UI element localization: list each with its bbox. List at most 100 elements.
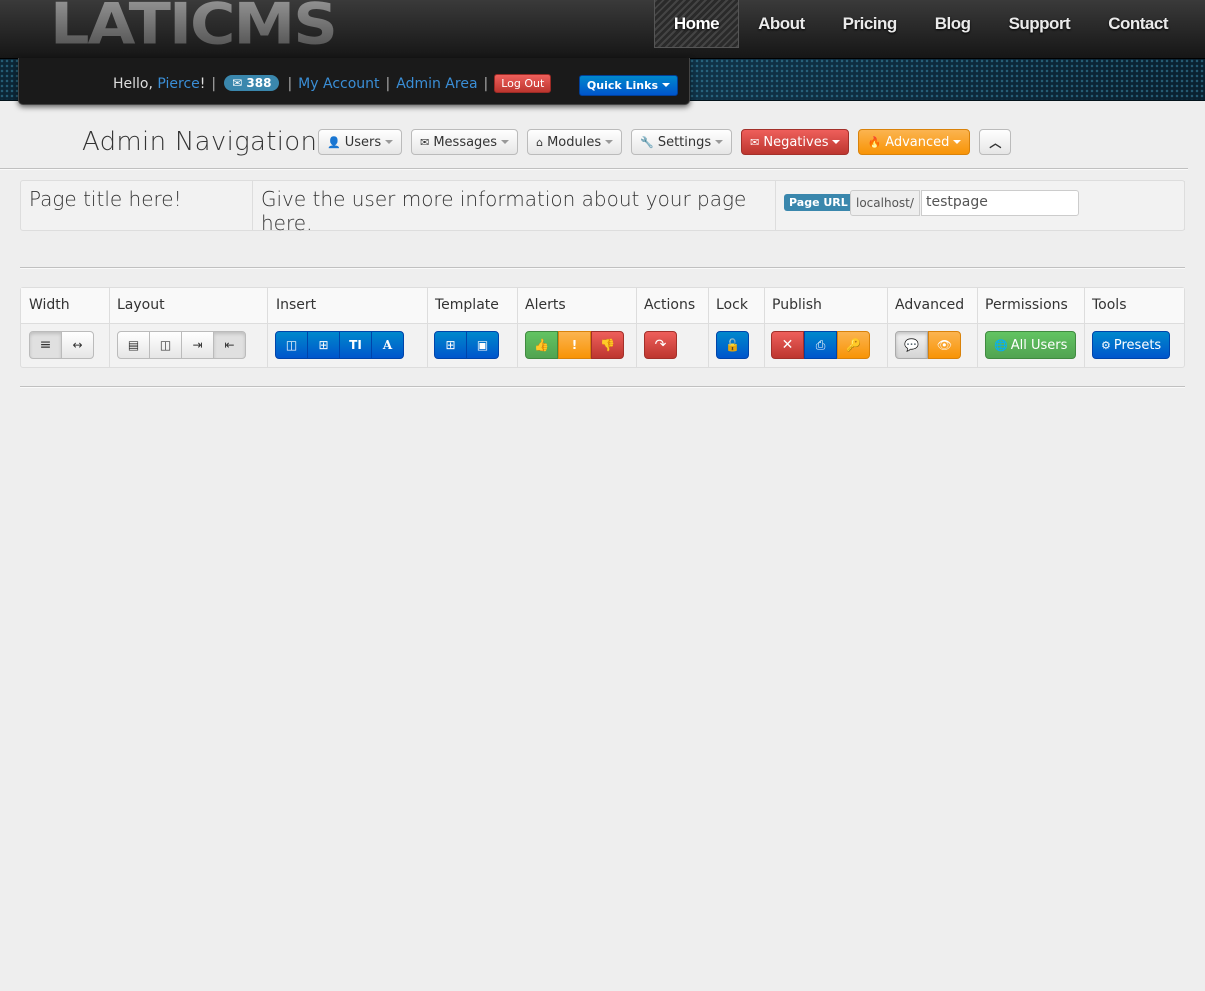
chevron-down-icon (662, 83, 670, 87)
alert-danger-button[interactable]: 👎 (591, 331, 624, 359)
nav-home[interactable]: Home (653, 0, 740, 48)
user-line: Hello, Pierce! | ✉ 388 | My Account | Admin Ar… (113, 74, 552, 93)
advanced-dropdown[interactable]: 🔥 Advanced (858, 129, 971, 155)
th-large-icon: ⊞ (445, 338, 456, 352)
visibility-toggle-button[interactable]: 👁 (928, 331, 961, 359)
globe-icon: 🌐 (994, 338, 1008, 352)
chevron-down-icon (605, 140, 614, 144)
chevron-down-icon (501, 140, 510, 144)
alert-warning-button[interactable]: ! (558, 331, 591, 359)
site-logo[interactable]: LATICMS (50, 0, 338, 55)
admin-nav-title: Admin Navigation (82, 127, 318, 157)
publish-group: ✕ ⎙ 🔑 (771, 331, 870, 359)
user-panel: Hello, Pierce! | ✉ 388 | My Account | Admin Ar… (18, 58, 690, 105)
th-large-icon: ⊞ (318, 338, 329, 352)
comments-toggle-button[interactable]: 💬 (895, 331, 928, 359)
insert-grid-button[interactable]: ⊞ (307, 331, 340, 359)
users-label: Users (344, 134, 382, 150)
sign-in-icon: ⇤ (224, 338, 235, 352)
thumbs-down-icon: 👎 (600, 338, 615, 352)
header-width: Width (29, 297, 70, 313)
share-arrow-icon: ↷ (654, 337, 667, 353)
template-image-button[interactable]: ▣ (466, 331, 499, 359)
presets-button[interactable]: ⚙ Presets (1092, 331, 1171, 359)
sign-out-icon: ⇥ (192, 338, 203, 352)
negatives-dropdown[interactable]: ✉ Negatives (741, 129, 850, 155)
mail-count: 388 (246, 76, 272, 90)
page-url-input[interactable]: testpage (921, 190, 1079, 216)
key-icon: 🔑 (846, 338, 861, 352)
greeting-exclaim: ! (199, 76, 206, 92)
advanced-label: Advanced (885, 134, 950, 150)
quick-links-button[interactable]: Quick Links (578, 75, 678, 96)
nav-blog[interactable]: Blog (916, 0, 990, 48)
nav-support[interactable]: Support (990, 0, 1090, 48)
all-users-label: All Users (1010, 337, 1068, 353)
settings-dropdown[interactable]: 🔧 Settings (631, 129, 733, 155)
page-description[interactable]: Give the user more information about you… (253, 181, 776, 235)
admin-nav-buttons: 👤 Users ✉ Messages ⌂ Modules 🔧 Settings ✉ Neg… (318, 129, 1012, 155)
insert-text-height-button[interactable]: TI (339, 331, 372, 359)
envelope-icon: ✉ (420, 135, 430, 149)
columns-icon: ◫ (159, 338, 172, 352)
admin-area-link[interactable]: Admin Area (396, 76, 477, 92)
main-nav: Home About Pricing Blog Support Contact (653, 0, 1187, 48)
publish-inbox-button[interactable]: ⎙ (804, 331, 837, 359)
quick-links-label: Quick Links (586, 79, 658, 92)
nav-about[interactable]: About (739, 0, 824, 48)
permissions-group: 🌐 All Users (985, 331, 1077, 359)
eye-icon: 👁 (936, 338, 953, 352)
header-permissions: Permissions (985, 297, 1068, 313)
fixed-width-button[interactable]: ≡ (29, 331, 62, 359)
modules-label: Modules (547, 134, 602, 150)
all-users-button[interactable]: 🌐 All Users (985, 331, 1077, 359)
top-navbar: LATICMS Home About Pricing Blog Support … (0, 0, 1205, 59)
header-template: Template (435, 297, 499, 313)
modules-dropdown[interactable]: ⌂ Modules (527, 129, 623, 155)
messages-label: Messages (433, 134, 498, 150)
username-link[interactable]: Pierce (157, 76, 199, 92)
full-width-button[interactable]: ↔ (61, 331, 94, 359)
nav-contact[interactable]: Contact (1089, 0, 1187, 48)
action-share-button[interactable]: ↷ (644, 331, 677, 359)
header-alerts: Alerts (525, 297, 566, 313)
exclamation-icon: ! (571, 338, 578, 352)
messages-dropdown[interactable]: ✉ Messages (411, 129, 519, 155)
picture-icon: ▣ (476, 338, 489, 352)
unlock-button[interactable]: 🔓 (716, 331, 749, 359)
insert-columns-button[interactable]: ◫ (275, 331, 308, 359)
my-account-link[interactable]: My Account (298, 76, 379, 92)
header-tools: Tools (1092, 297, 1127, 313)
publish-key-button[interactable]: 🔑 (837, 331, 870, 359)
header-insert: Insert (276, 297, 317, 313)
collapse-button[interactable]: ︿ (979, 129, 1012, 155)
layout-two-column-button[interactable]: ◫ (149, 331, 182, 359)
width-group: ≡ ↔ (29, 331, 94, 359)
greeting-text: Hello, (113, 76, 158, 92)
users-dropdown[interactable]: 👤 Users (318, 129, 403, 155)
thumbs-up-icon: 👍 (534, 338, 549, 352)
lock-group: 🔓 (716, 331, 749, 359)
inbox-icon: ⌂ (536, 135, 544, 149)
header-publish: Publish (772, 297, 822, 313)
insert-font-button[interactable]: A (371, 331, 404, 359)
header-actions: Actions (644, 297, 696, 313)
resize-horizontal-icon: ↔ (72, 338, 83, 352)
font-icon: A (382, 338, 393, 352)
advanced-group: 💬 👁 (895, 331, 961, 359)
alert-success-button[interactable]: 👍 (525, 331, 558, 359)
page-title[interactable]: Page title here! (21, 181, 253, 230)
nav-pricing[interactable]: Pricing (824, 0, 916, 48)
fire-icon: 🔥 (867, 135, 882, 149)
logout-button[interactable]: Log Out (494, 74, 552, 93)
mail-badge[interactable]: ✉ 388 (224, 75, 280, 91)
header-layout: Layout (117, 297, 165, 313)
inbox-icon: ⎙ (815, 337, 826, 352)
page-url-label: Page URL (784, 194, 853, 211)
unpublish-button[interactable]: ✕ (771, 331, 804, 359)
layout-sidebar-left-button[interactable]: ⇤ (213, 331, 246, 359)
layout-full-button[interactable]: ▤ (117, 331, 150, 359)
template-grid-button[interactable]: ⊞ (434, 331, 467, 359)
alerts-group: 👍 ! 👎 (525, 331, 624, 359)
layout-sidebar-right-button[interactable]: ⇥ (181, 331, 214, 359)
